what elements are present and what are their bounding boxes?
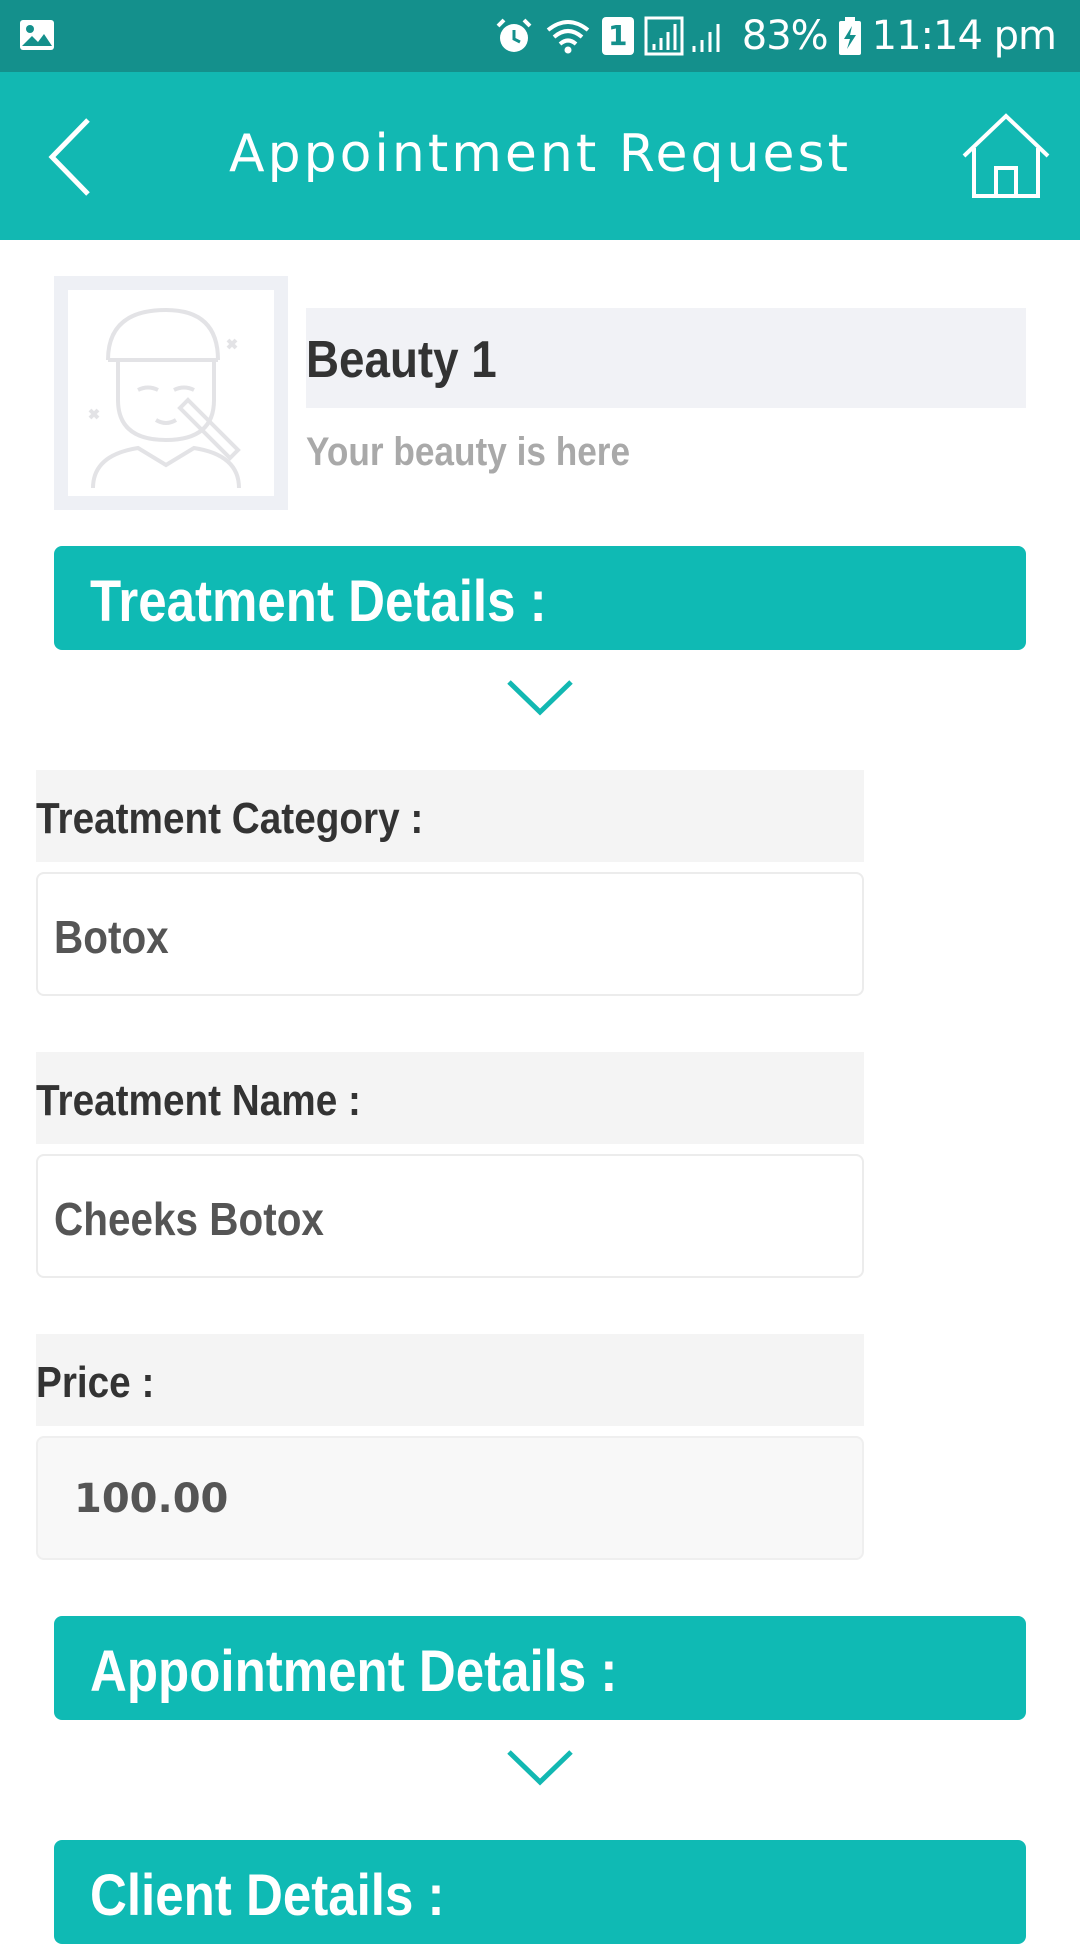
profile-name-box: Beauty 1 xyxy=(306,308,1026,408)
sim-icon: 1 xyxy=(601,17,634,55)
avatar xyxy=(54,276,288,510)
treatment-category-field[interactable]: Botox xyxy=(36,872,864,996)
clock-text: 11:14 pm xyxy=(871,13,1057,59)
client-details-title: Client Details : xyxy=(90,1863,445,1928)
profile-tagline: Your beauty is here xyxy=(306,430,631,474)
treatment-name-label: Treatment Name : xyxy=(36,1076,361,1125)
treatment-name-label-box: Treatment Name : xyxy=(36,1052,864,1144)
page-title: Appointment Request xyxy=(229,124,851,184)
signal-icon xyxy=(644,16,732,56)
price-field[interactable]: 100.00 xyxy=(36,1436,864,1560)
wifi-icon xyxy=(544,16,592,56)
price-label-box: Price : xyxy=(36,1334,864,1426)
home-button[interactable] xyxy=(960,112,1052,202)
chevron-down-icon[interactable] xyxy=(505,1748,575,1788)
treatment-details-header[interactable]: Treatment Details : xyxy=(54,546,1026,650)
price-label: Price : xyxy=(36,1358,155,1407)
treatment-name-field[interactable]: Cheeks Botox xyxy=(36,1154,864,1278)
treatment-category-label-box: Treatment Category : xyxy=(36,770,864,862)
appointment-details-header[interactable]: Appointment Details : xyxy=(54,1616,1026,1720)
home-icon xyxy=(962,113,1050,198)
status-bar: 1 83% 11:14 pm xyxy=(0,0,1080,72)
battery-charging-icon xyxy=(838,16,862,56)
treatment-category-label: Treatment Category : xyxy=(36,794,424,843)
chevron-down-icon[interactable] xyxy=(505,678,575,718)
appointment-details-title: Appointment Details : xyxy=(90,1639,618,1704)
treatment-name-value: Cheeks Botox xyxy=(54,1193,324,1245)
image-icon xyxy=(18,16,56,59)
beautician-avatar-icon xyxy=(88,307,241,489)
alarm-icon xyxy=(494,16,534,56)
profile-name: Beauty 1 xyxy=(306,331,497,389)
app-bar: Appointment Request xyxy=(0,72,1080,240)
treatment-details-title: Treatment Details : xyxy=(90,569,547,634)
battery-text: 83% xyxy=(741,13,829,59)
client-details-header[interactable]: Client Details : xyxy=(54,1840,1026,1944)
price-value: 100.00 xyxy=(74,1476,229,1522)
treatment-category-value: Botox xyxy=(54,911,169,963)
